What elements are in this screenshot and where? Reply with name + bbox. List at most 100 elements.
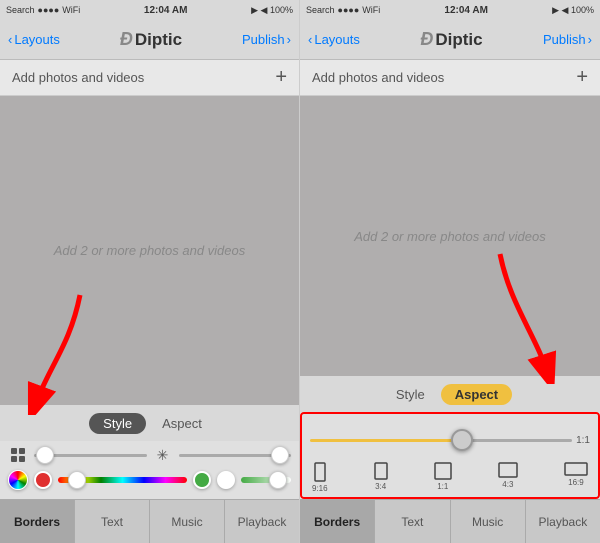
hue-slider[interactable] [58,477,187,483]
ratio-9-16-label: 9:16 [312,484,328,493]
style-aspect-row-left: Style Aspect [0,405,299,441]
status-left-r: Search ●●●● WiFi [306,5,380,15]
red-arrow-right [480,244,570,384]
ratio-1-1-label: 1:1 [437,482,448,491]
status-time: 12:04 AM [144,5,188,16]
wifi-icon: WiFi [62,5,80,15]
signal-dots-r: ●●●● [338,5,360,15]
screen-left: Search ●●●● WiFi 12:04 AM ▶ ◀ 100% ‹ Lay… [0,0,300,543]
music-label-left: Music [171,515,202,529]
app-title-left: Ð Diptic [120,29,182,50]
ratio-1-1[interactable]: 1:1 [434,462,452,493]
battery-icons: ▶ ◀ 100% [251,5,293,16]
status-right: ▶ ◀ 100% [251,5,293,16]
bottom-area-right: Style Aspect 1:1 [300,376,600,543]
back-label-left: Layouts [14,32,60,47]
publish-label-right: Publish [543,32,586,47]
nav-bar-right: ‹ Layouts Ð Diptic Publish › [300,20,600,60]
playback-label-left: Playback [238,515,287,529]
publish-button-right[interactable]: Publish › [543,32,592,47]
bottom-tabs-right: Borders Text Music Playback [300,499,600,543]
saturation-thumb[interactable] [269,471,287,489]
canvas-placeholder-left: Add 2 or more photos and videos [54,243,246,258]
add-plus-icon-left[interactable]: + [275,66,287,89]
controls-row-left: ✳ [0,441,299,499]
tab-borders-left[interactable]: Borders [0,500,75,543]
signal-dots: ●●●● [38,5,60,15]
contrast-slider[interactable] [179,454,292,457]
bottom-area-left: Style Aspect ✳ [0,405,299,543]
aspect-thumb[interactable] [451,429,473,451]
green-dot [193,471,211,489]
sun-icon: ✳ [153,445,173,465]
ratio-4-3[interactable]: 4:3 [498,462,518,493]
aspect-slider-container: 1:1 9:16 3:4 [300,412,600,499]
brightness-slider[interactable] [34,454,147,457]
add-photos-text-left: Add photos and videos [12,70,144,85]
saturation-slider[interactable] [241,477,291,483]
contrast-thumb[interactable] [271,446,289,464]
app-title-right: Ð Diptic [420,29,482,50]
tab-music-right[interactable]: Music [451,500,526,543]
grid-svg-icon [10,447,26,463]
canvas-right: Add 2 or more photos and videos [300,96,600,376]
brightness-thumb[interactable] [36,446,54,464]
ratio-3-4[interactable]: 3:4 [374,462,388,493]
carrier-text-r: Search [306,5,335,15]
music-label-right: Music [472,515,503,529]
ratio-9-16[interactable]: 9:16 [312,462,328,493]
tab-borders-right[interactable]: Borders [300,500,375,543]
grid-icon [8,445,28,465]
canvas-left: Add 2 or more photos and videos [0,96,299,405]
back-chevron-icon: ‹ [8,32,12,47]
diptic-icon-r: Ð [420,29,433,50]
portrait-icon [374,462,388,480]
wifi-icon-r: WiFi [362,5,380,15]
color-wheel-icon[interactable] [8,470,28,490]
publish-chevron-icon-r: › [588,32,592,47]
add-plus-icon-right[interactable]: + [576,66,588,89]
app-name-right: Diptic [435,30,482,50]
publish-button-left[interactable]: Publish › [242,32,291,47]
back-button-right[interactable]: ‹ Layouts [308,32,360,47]
aspect-tab-left[interactable]: Aspect [154,413,210,434]
aspect-labels: 9:16 3:4 1:1 [310,462,590,493]
carrier-text: Search [6,5,35,15]
tab-music-left[interactable]: Music [150,500,225,543]
back-button-left[interactable]: ‹ Layouts [8,32,60,47]
back-chevron-icon-r: ‹ [308,32,312,47]
add-photos-bar-left: Add photos and videos + [0,60,299,96]
landscape-icon [498,462,518,478]
status-bar-right: Search ●●●● WiFi 12:04 AM ▶ ◀ 100% [300,0,600,20]
tab-playback-left[interactable]: Playback [225,500,299,543]
text-label-right: Text [401,515,423,529]
borders-label-left: Borders [14,515,60,529]
status-bar-left: Search ●●●● WiFi 12:04 AM ▶ ◀ 100% [0,0,299,20]
nav-bar-left: ‹ Layouts Ð Diptic Publish › [0,20,299,60]
app-name-left: Diptic [135,30,182,50]
hue-thumb[interactable] [68,471,86,489]
color-control [8,470,291,490]
landscape-wide-icon [564,462,588,476]
ratio-16-9[interactable]: 16:9 [564,462,588,493]
add-photos-bar-right: Add photos and videos + [300,60,600,96]
red-arrow-left [20,285,100,415]
publish-label-left: Publish [242,32,285,47]
brightness-control: ✳ [8,445,291,465]
style-tab-right[interactable]: Style [388,384,433,405]
tab-text-right[interactable]: Text [375,500,450,543]
status-time-r: 12:04 AM [444,5,488,16]
ratio-4-3-label: 4:3 [502,480,513,489]
aspect-track[interactable] [310,439,572,442]
ratio-right-label: 1:1 [576,435,590,446]
tab-playback-right[interactable]: Playback [526,500,600,543]
red-dot [34,471,52,489]
square-icon [434,462,452,480]
ratio-16-9-label: 16:9 [568,478,584,487]
style-tab-left[interactable]: Style [89,413,146,434]
diptic-icon: Ð [120,29,133,50]
tab-text-left[interactable]: Text [75,500,150,543]
screen-right: Search ●●●● WiFi 12:04 AM ▶ ◀ 100% ‹ Lay… [300,0,600,543]
aspect-tab-right[interactable]: Aspect [441,384,512,405]
status-right-r: ▶ ◀ 100% [552,5,594,16]
